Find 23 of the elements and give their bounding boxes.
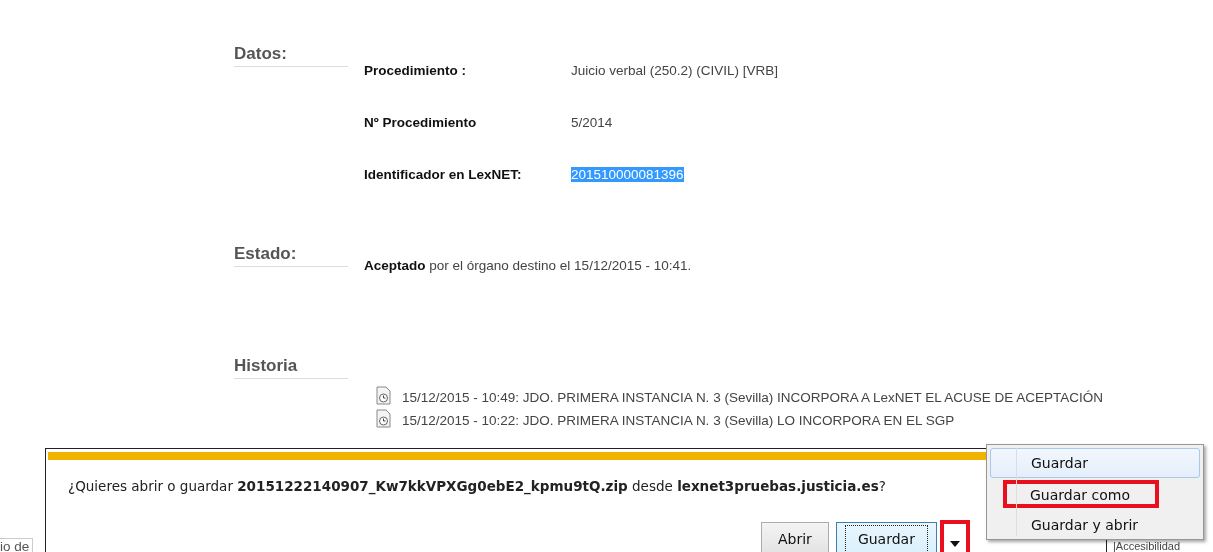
download-button[interactable]: Abrir (761, 522, 829, 552)
field-label: Nº Procedimiento (364, 115, 478, 132)
field-label: Procedimiento : (364, 63, 467, 80)
footer-link[interactable]: io de (0, 538, 34, 552)
field-value: Juicio verbal (250.2) (CIVIL) [VRB] (571, 63, 779, 78)
document-clock-icon (376, 386, 391, 405)
download-message: ¿Quieres abrir o guardar 20151222140907_Kw7kkVPXGg0ebE2_kpmu9tQ.zip desde lexnet3pruebas.justicia.es? (68, 478, 886, 494)
document-clock-icon (376, 409, 391, 428)
field-value: 5/2014 (571, 115, 613, 130)
field-value: 201510000081396 (571, 167, 684, 182)
section-heading: Datos: (234, 44, 348, 67)
section-heading: Estado: (234, 244, 348, 267)
caret-icon (949, 541, 960, 547)
section-heading: Historia (234, 356, 348, 379)
history-entry: 15/12/2015 - 10:22: JDO. PRIMERA INSTANCIA N. 3 (Sevilla) LO INCORPORA EN EL SGP (402, 413, 955, 428)
download-button[interactable]: Guardar (835, 522, 937, 552)
field-label: Identificador en LexNET: (364, 167, 523, 184)
status-text: Aceptado por el órgano destino el 15/12/2015 - 10:41. (364, 258, 692, 273)
footer-link[interactable]: |Accesibilidad (1113, 540, 1181, 552)
menu-item[interactable]: Guardar y abrir (990, 510, 1200, 540)
menu-item[interactable]: Guardar (990, 448, 1200, 478)
menu-item[interactable]: Guardar como (1003, 480, 1159, 508)
history-entry: 15/12/2015 - 10:49: JDO. PRIMERA INSTANCIA N. 3 (Sevilla) INCORPORA A LexNET EL ACUSE DE ACEPTACIÓN (402, 390, 1103, 405)
